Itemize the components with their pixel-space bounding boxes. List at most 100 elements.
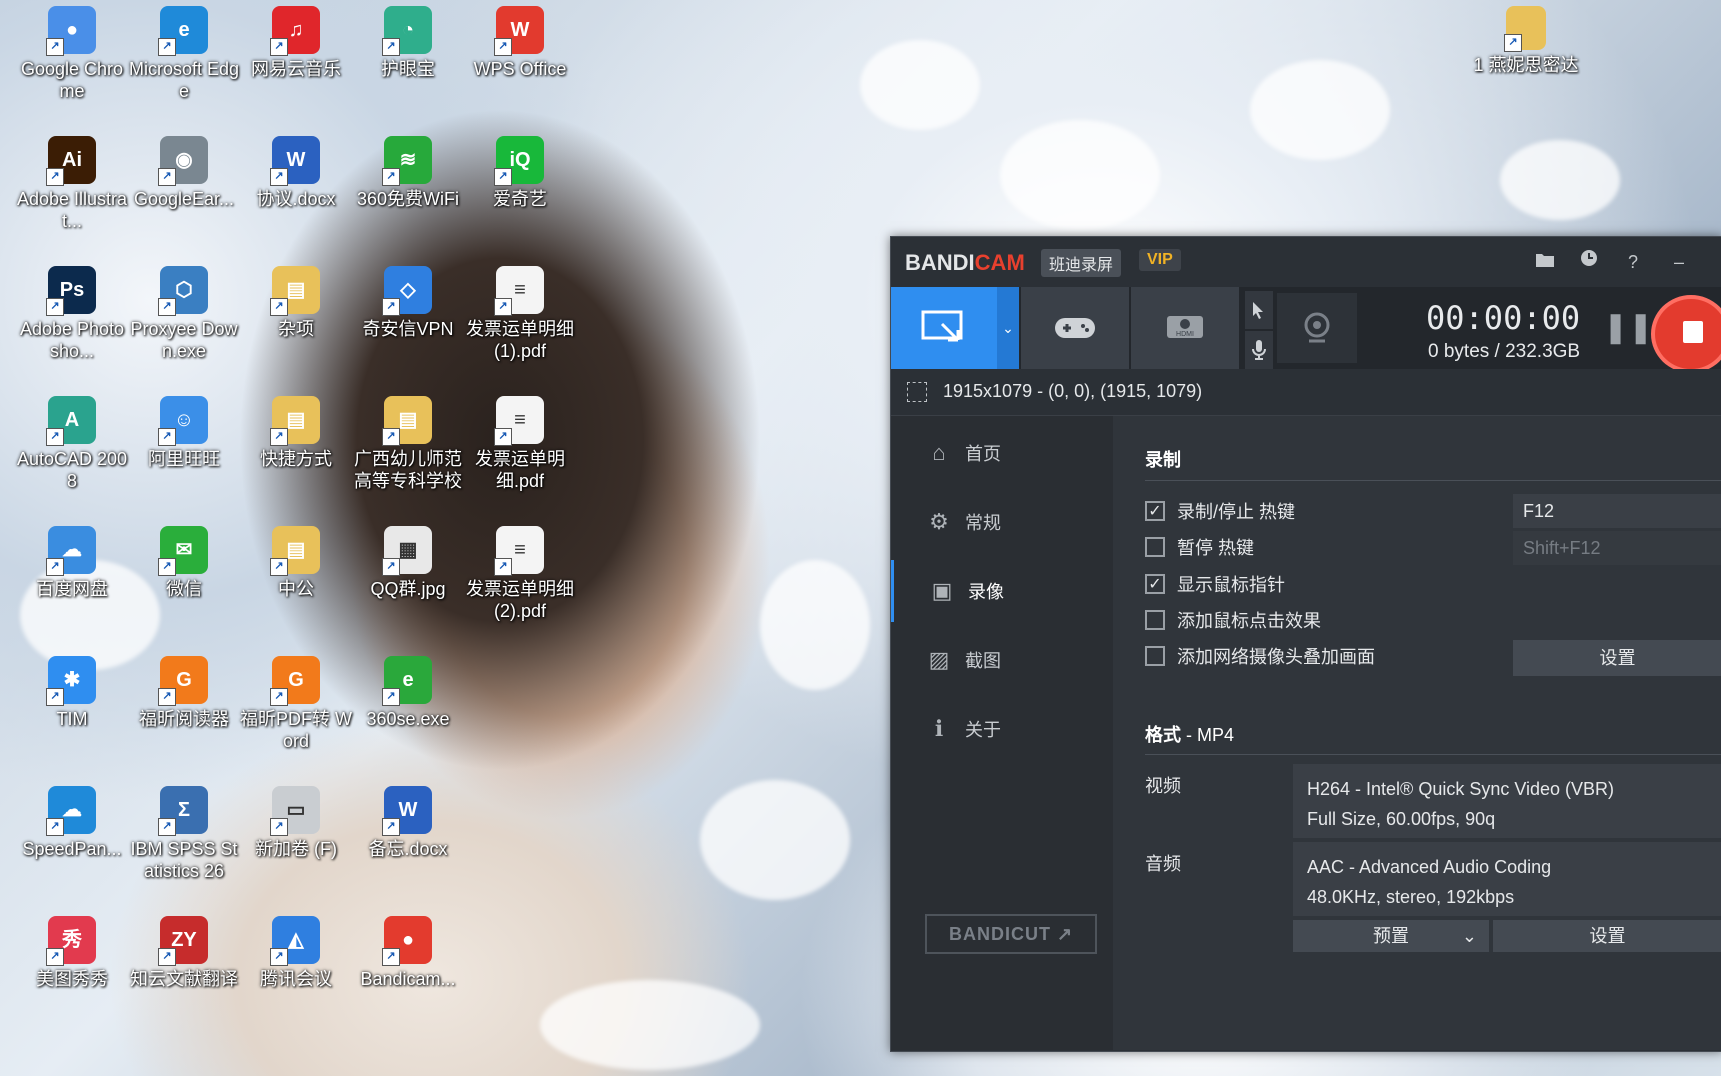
format-settings-button[interactable]: 设置 <box>1493 920 1721 952</box>
desktop-icon[interactable]: G ↗ 福昕PDF转 Word <box>240 656 352 752</box>
desktop-icon[interactable]: ▤ ↗ 中公 <box>240 526 352 600</box>
desktop-icon[interactable]: ▤ ↗ 杂项 <box>240 266 352 340</box>
webcam-button[interactable] <box>1277 293 1357 363</box>
desktop-icon[interactable]: ⬡ ↗ Proxyee Down.exe <box>128 266 240 362</box>
checkbox[interactable] <box>1145 646 1165 666</box>
desktop-icon[interactable]: ♫ ↗ 网易云音乐 <box>240 6 352 80</box>
desktop-icon[interactable]: e ↗ Microsoft Edge <box>128 6 240 102</box>
desktop-icon[interactable]: ✉ ↗ 微信 <box>128 526 240 600</box>
sidebar-item-home[interactable]: ⌂ 首页 <box>891 422 1113 484</box>
app-icon: ◇ ↗ <box>382 266 432 316</box>
sidebar-item-label: 录像 <box>968 582 1004 602</box>
app-icon: ☺ ↗ <box>158 396 208 446</box>
record-hotkey-field[interactable]: F12 <box>1513 494 1721 528</box>
record-stop-button[interactable] <box>1651 295 1721 373</box>
desktop-icon[interactable]: ◇ ↗ 奇安信VPN <box>352 266 464 340</box>
option-click-effect[interactable]: 添加鼠标点击效果 <box>1145 607 1321 633</box>
app-icon: Σ ↗ <box>158 786 208 836</box>
app-icon: ▤ ↗ <box>270 396 320 446</box>
help-icon[interactable]: ? <box>1616 247 1650 277</box>
desktop-icon[interactable]: Ps ↗ Adobe Photosho... <box>16 266 128 362</box>
checkbox[interactable]: ✓ <box>1145 574 1165 594</box>
mode-dropdown-arrow[interactable]: ⌄ <box>997 287 1019 369</box>
game-record-mode-button[interactable] <box>1021 287 1129 369</box>
minimize-icon[interactable]: – <box>1662 247 1696 277</box>
desktop-icon[interactable]: 秀 ↗ 美图秀秀 <box>16 916 128 990</box>
checkbox[interactable] <box>1145 610 1165 630</box>
pause-hotkey-field[interactable]: Shift+F12 <box>1513 531 1721 565</box>
desktop-icon[interactable]: ≡ ↗ 发票运单明细.pdf <box>464 396 576 492</box>
cursor-toggle-button[interactable] <box>1245 291 1273 329</box>
desktop-icon[interactable]: ↗ 1 燕妮思密达 <box>1470 6 1582 76</box>
device-record-mode-button[interactable]: HDMI <box>1131 287 1239 369</box>
option-pause-hotkey[interactable]: 暂停 热键 <box>1145 534 1254 560</box>
sidebar-item-screenshot[interactable]: ▨ 截图 <box>891 629 1113 691</box>
video-format-box[interactable]: H264 - Intel® Quick Sync Video (VBR) Ful… <box>1293 764 1721 838</box>
option-label: 显示鼠标指针 <box>1177 575 1285 595</box>
desktop-icon[interactable]: ▦ ↗ QQ群.jpg <box>352 526 464 600</box>
desktop-icon[interactable]: Σ ↗ IBM SPSS Statistics 26 <box>128 786 240 882</box>
shortcut-arrow-icon: ↗ <box>382 428 400 446</box>
desktop-icon[interactable]: ◔ ↗ 护眼宝 <box>352 6 464 80</box>
vip-badge[interactable]: VIP <box>1139 249 1181 271</box>
record-section-title: 录制 <box>1145 450 1181 470</box>
microphone-toggle-button[interactable] <box>1245 331 1273 369</box>
capture-area-bar[interactable]: 1915x1079 - (0, 0), (1915, 1079) <box>891 369 1721 416</box>
desktop-icon[interactable]: ≋ ↗ 360免费WiFi <box>352 136 464 210</box>
sidebar-item-about[interactable]: ℹ 关于 <box>891 698 1113 760</box>
desktop-icon[interactable]: ✱ ↗ TIM <box>16 656 128 730</box>
option-record-hotkey[interactable]: ✓ 录制/停止 热键 <box>1145 498 1295 524</box>
title-bar[interactable]: BANDICAM 班迪录屏 VIP ? – <box>891 237 1721 287</box>
screen-record-mode-button[interactable] <box>891 287 997 369</box>
desktop-icon[interactable]: e ↗ 360se.exe <box>352 656 464 730</box>
desktop-icon-label: 1 燕妮思密达 <box>1473 55 1579 75</box>
pause-button[interactable]: ❚❚ <box>1603 309 1653 347</box>
desktop-icon[interactable]: ☺ ↗ 阿里旺旺 <box>128 396 240 470</box>
desktop-icon[interactable]: ☁ ↗ 百度网盘 <box>16 526 128 600</box>
desktop-icon[interactable]: A ↗ AutoCAD 2008 <box>16 396 128 492</box>
audio-format-box[interactable]: AAC - Advanced Audio Coding 48.0KHz, ste… <box>1293 842 1721 916</box>
desktop-icon[interactable]: ZY ↗ 知云文献翻译 <box>128 916 240 990</box>
desktop-icon[interactable]: ◉ ↗ GoogleEar... <box>128 136 240 210</box>
shortcut-arrow-icon: ↗ <box>158 298 176 316</box>
desktop-icon[interactable]: W ↗ WPS Office <box>464 6 576 80</box>
bandicut-button[interactable]: BANDICUT ↗ <box>925 914 1097 954</box>
desktop-icon[interactable]: Ai ↗ Adobe Illustrat... <box>16 136 128 232</box>
desktop-icon-label: 爱奇艺 <box>493 189 547 209</box>
desktop-icon[interactable]: ◭ ↗ 腾讯会议 <box>240 916 352 990</box>
desktop-icon[interactable]: ▤ ↗ 广西幼儿师范高等专科学校 <box>352 396 464 492</box>
desktop-icon[interactable]: ● ↗ Google Chrome <box>16 6 128 102</box>
folder-icon[interactable] <box>1528 247 1562 277</box>
desktop-icon-label: IBM SPSS Statistics 26 <box>130 839 238 881</box>
shortcut-arrow-icon: ↗ <box>158 38 176 56</box>
desktop-icon[interactable]: ☁ ↗ SpeedPan... <box>16 786 128 860</box>
desktop-icon-label: 协议.docx <box>256 189 336 209</box>
checkbox[interactable] <box>1145 537 1165 557</box>
desktop-icon[interactable]: ≡ ↗ 发票运单明细 (2).pdf <box>464 526 576 622</box>
webcam-settings-button[interactable]: 设置 <box>1513 640 1721 676</box>
desktop-icon[interactable]: ▤ ↗ 快捷方式 <box>240 396 352 470</box>
desktop-icon[interactable]: ≡ ↗ 发票运单明细 (1).pdf <box>464 266 576 362</box>
app-icon: ▭ ↗ <box>270 786 320 836</box>
option-label: 添加网络摄像头叠加画面 <box>1177 647 1375 667</box>
desktop-icon[interactable]: W ↗ 协议.docx <box>240 136 352 210</box>
app-icon: ● ↗ <box>382 916 432 966</box>
sidebar-item-general[interactable]: ⚙ 常规 <box>891 491 1113 553</box>
option-webcam-overlay[interactable]: 添加网络摄像头叠加画面 <box>1145 643 1375 669</box>
shortcut-arrow-icon: ↗ <box>270 298 288 316</box>
shortcut-arrow-icon: ↗ <box>46 38 64 56</box>
desktop-icon[interactable]: ▭ ↗ 新加卷 (F) <box>240 786 352 860</box>
preset-button[interactable]: 预置 ⌄ <box>1293 920 1489 952</box>
history-clock-icon[interactable] <box>1572 247 1606 277</box>
desktop-icon[interactable]: ● ↗ Bandicam... <box>352 916 464 990</box>
app-icon: ✉ ↗ <box>158 526 208 576</box>
desktop-icon[interactable]: iQ ↗ 爱奇艺 <box>464 136 576 210</box>
app-icon: ≡ ↗ <box>494 266 544 316</box>
option-show-cursor[interactable]: ✓ 显示鼠标指针 <box>1145 571 1285 597</box>
desktop-icon[interactable]: G ↗ 福昕阅读器 <box>128 656 240 730</box>
desktop-icon-label: 发票运单明细.pdf <box>475 449 565 491</box>
desktop-icon[interactable]: W ↗ 备忘.docx <box>352 786 464 860</box>
sidebar-item-video[interactable]: ▣ 录像 <box>891 560 1116 622</box>
checkbox[interactable]: ✓ <box>1145 501 1165 521</box>
video-settings-icon: ▣ <box>931 578 953 603</box>
